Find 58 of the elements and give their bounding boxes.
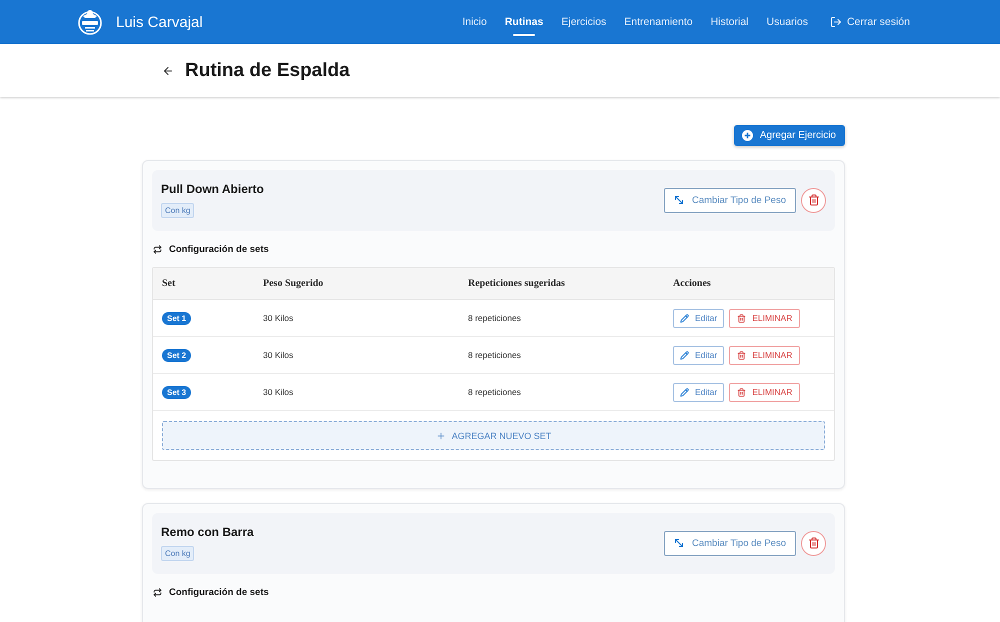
emblem-icon: [76, 8, 104, 36]
diagonal-arrows-icon: [673, 537, 685, 549]
set-chip: Set 1: [162, 312, 192, 324]
pencil-icon: [680, 314, 689, 322]
weight-type-tag: Con kg: [161, 546, 194, 561]
column-header: Set: [162, 278, 176, 289]
delete-exercise-button[interactable]: [801, 530, 826, 556]
weight-type-tag: Con kg: [161, 203, 194, 218]
nav-link[interactable]: Rutinas: [504, 6, 544, 38]
nav-link[interactable]: Historial: [710, 6, 749, 38]
exercise-title: Pull Down Abierto: [161, 182, 264, 196]
exercise-title: Remo con Barra: [161, 525, 254, 539]
edit-button[interactable]: Editar: [673, 382, 724, 402]
trash-icon: [737, 314, 746, 322]
delete-button[interactable]: ELIMINAR: [729, 308, 800, 328]
section-title: Configuración de sets: [169, 586, 269, 598]
trash-icon: [737, 388, 746, 396]
edit-button[interactable]: Editar: [673, 346, 724, 364]
add-icon: [742, 130, 753, 141]
back-arrow-icon: [162, 64, 174, 76]
table-cell: 8 repeticiones: [468, 387, 521, 397]
table-cell: 30 Kilos: [263, 313, 294, 323]
change-weight-type-button[interactable]: Cambiar Tipo de Peso: [664, 530, 796, 556]
add-exercise-button[interactable]: Agregar Ejercicio: [734, 125, 845, 146]
trash-icon: [737, 350, 746, 360]
column-header: Repeticiones sugeridas: [468, 278, 565, 289]
column-header: Peso Sugerido: [263, 278, 324, 289]
plus-icon: [436, 430, 446, 440]
table-cell: 30 Kilos: [263, 350, 294, 360]
nav-link[interactable]: Inicio: [462, 6, 487, 38]
section-title: Configuración de sets: [169, 244, 269, 254]
delete-exercise-button[interactable]: [801, 188, 826, 212]
delete-button[interactable]: ELIMINAR: [729, 346, 800, 364]
edit-button[interactable]: Editar: [673, 308, 724, 328]
table-cell: 8 repeticiones: [468, 313, 521, 323]
set-chip: Set 3: [162, 386, 192, 398]
add-set-button[interactable]: AGREGAR NUEVO SET: [162, 421, 825, 450]
set-chip: Set 2: [162, 348, 192, 362]
delete-button[interactable]: ELIMINAR: [729, 382, 800, 402]
repeat-icon: [153, 244, 162, 254]
change-weight-type-button[interactable]: Cambiar Tipo de Peso: [664, 188, 796, 212]
logout-button[interactable]: Cerrar sesión: [830, 16, 910, 28]
diagonal-arrows-icon: [673, 194, 685, 206]
table-cell: 30 Kilos: [263, 387, 294, 397]
logout-icon: [830, 16, 842, 28]
repeat-icon: [153, 588, 162, 596]
pencil-icon: [680, 350, 689, 360]
nav-link[interactable]: Ejercicios: [561, 6, 606, 38]
trash-icon: [808, 537, 820, 549]
pencil-icon: [680, 388, 689, 396]
column-header: Acciones: [673, 278, 711, 289]
trash-icon: [808, 194, 820, 206]
nav-link[interactable]: Usuarios: [766, 6, 808, 38]
page-title: Rutina de Espalda: [185, 60, 350, 82]
nav-link[interactable]: Entrenamiento: [624, 6, 693, 38]
back-button[interactable]: [162, 64, 174, 76]
table-cell: 8 repeticiones: [468, 350, 521, 360]
brand-name: Luis Carvajal: [116, 14, 203, 30]
